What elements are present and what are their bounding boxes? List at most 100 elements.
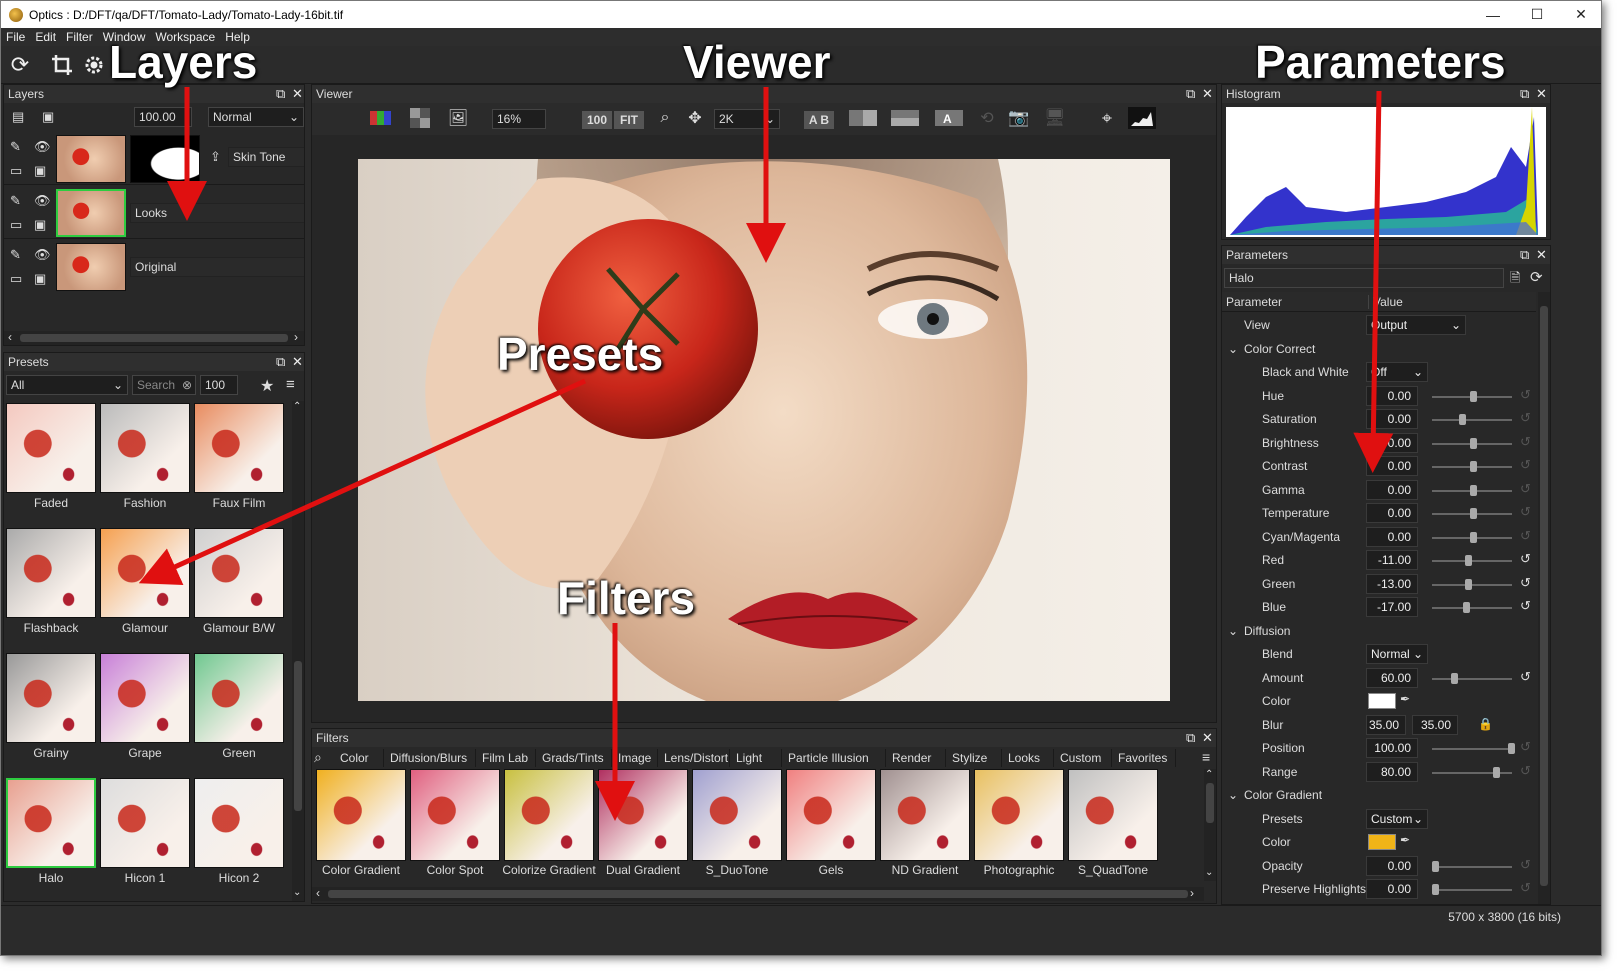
slider-knob[interactable]: [1492, 766, 1500, 778]
reset-icon[interactable]: ↺: [1520, 669, 1531, 685]
hamburger-menu-icon[interactable]: ≡: [1202, 749, 1210, 765]
filter-tab-color[interactable]: Color: [334, 749, 384, 767]
thumb-hicon-1[interactable]: [100, 778, 190, 868]
param-row-black-and-white[interactable]: Black and White Off ⌄: [1222, 361, 1536, 384]
param-row-red[interactable]: Red -11.00 ↺: [1222, 549, 1536, 572]
scroll-down-icon[interactable]: ⌄: [293, 887, 301, 898]
scrollbar-thumb[interactable]: [20, 334, 288, 342]
param-value-2[interactable]: 35.00: [1412, 714, 1458, 735]
param-row-color[interactable]: Color ✒: [1222, 690, 1536, 713]
visibility-eye-icon[interactable]: 👁: [34, 193, 51, 209]
layer-settings-icon[interactable]: ▣: [42, 109, 54, 125]
layer-opacity-field[interactable]: 100.00: [134, 107, 192, 127]
thumb-color-gradient[interactable]: [316, 769, 406, 861]
lock-icon[interactable]: 🔒: [1478, 717, 1493, 731]
rgb-channels-icon[interactable]: [368, 107, 394, 129]
snapshot-camera-icon[interactable]: 📷: [1006, 107, 1032, 129]
thumb-grape[interactable]: [100, 653, 190, 743]
crosshair-icon[interactable]: ⌖: [1094, 107, 1120, 129]
ab-compare-button[interactable]: A B: [804, 111, 834, 129]
param-group-diffusion[interactable]: ⌄ Diffusion: [1222, 620, 1536, 643]
filter-tab-looks[interactable]: Looks: [1002, 749, 1054, 767]
param-row-position[interactable]: Position 100.00 ↺: [1222, 737, 1536, 760]
reset-icon[interactable]: ↺: [1520, 880, 1531, 896]
undock-icon[interactable]: ⧉: [1186, 85, 1195, 102]
thumb-color-spot[interactable]: [410, 769, 500, 861]
layer-monitor-icon[interactable]: ▭: [10, 271, 22, 287]
thumb-faded[interactable]: [6, 403, 96, 493]
param-slider[interactable]: [1432, 484, 1512, 496]
undock-icon[interactable]: ⧉: [276, 353, 285, 370]
param-row-blur[interactable]: Blur 35.00 35.00 🔒: [1222, 714, 1536, 737]
filter-tab-light[interactable]: Light: [730, 749, 782, 767]
menu-edit[interactable]: Edit: [30, 30, 61, 44]
reset-icon[interactable]: ↺: [1520, 857, 1531, 873]
param-value[interactable]: 0.00: [1366, 456, 1418, 476]
share-icon[interactable]: ⇪: [210, 149, 221, 165]
param-dropdown[interactable]: Custom ⌄: [1366, 808, 1428, 829]
layer-mask-icon[interactable]: ▣: [34, 217, 46, 233]
preset-category-dropdown[interactable]: All ⌄: [6, 375, 128, 395]
param-row-opacity[interactable]: Opacity 0.00 ↺: [1222, 855, 1536, 878]
scrollbar-thumb[interactable]: [1540, 306, 1548, 886]
scrollbar-thumb[interactable]: [294, 661, 302, 811]
filter-tab-custom[interactable]: Custom: [1054, 749, 1112, 767]
thumb-fashion[interactable]: [100, 403, 190, 493]
undock-icon[interactable]: ⧉: [276, 85, 285, 102]
param-row-blend[interactable]: Blend Normal ⌄: [1222, 643, 1536, 666]
layer-row-looks[interactable]: ✎ 👁 ▭ ▣ Looks: [4, 187, 304, 239]
param-value[interactable]: 100.00: [1366, 738, 1418, 758]
thumb-dual-gradient[interactable]: [598, 769, 688, 861]
filters-vertical-scrollbar[interactable]: ⌃ ⌄: [1204, 769, 1216, 881]
eyedropper-icon[interactable]: ✒: [1400, 692, 1410, 706]
param-value[interactable]: 0.00: [1366, 385, 1418, 406]
param-slider[interactable]: [1432, 461, 1512, 472]
slider-knob[interactable]: [1470, 508, 1477, 519]
thumb-gels[interactable]: [786, 769, 876, 861]
overlay-icon[interactable]: A: [934, 107, 964, 129]
layer-row-skin-tone[interactable]: ✎ 👁 ▭ ▣ ⇪ Skin Tone: [4, 133, 304, 185]
minimize-button[interactable]: —: [1471, 1, 1515, 28]
viewer-image[interactable]: [358, 159, 1170, 701]
scroll-right-icon[interactable]: ›: [1190, 886, 1194, 900]
param-value[interactable]: 0.00: [1366, 432, 1418, 453]
param-slider[interactable]: [1432, 743, 1515, 754]
param-row-green[interactable]: Green -13.00 ↺: [1222, 573, 1536, 596]
param-slider[interactable]: [1432, 884, 1512, 895]
thumb-halo[interactable]: [6, 778, 96, 868]
parameters-vertical-scrollbar[interactable]: [1538, 292, 1550, 904]
thumb-nd-gradient[interactable]: [880, 769, 970, 861]
reset-icon[interactable]: ↺: [1520, 457, 1531, 473]
refresh-icon[interactable]: ⟳: [7, 52, 33, 78]
param-value[interactable]: 0.00: [1366, 479, 1418, 500]
filter-tab-diffusion-blurs[interactable]: Diffusion/Blurs: [384, 749, 476, 767]
panel-close-icon[interactable]: ✕: [292, 85, 303, 102]
split-horizontal-icon[interactable]: [890, 107, 920, 129]
param-row-saturation[interactable]: Saturation 0.00 ↺: [1222, 408, 1536, 431]
param-value[interactable]: -13.00: [1366, 573, 1418, 594]
zoom-fit-button[interactable]: FIT: [614, 111, 644, 129]
param-slider[interactable]: [1432, 531, 1512, 543]
reset-icon[interactable]: ↺: [1520, 504, 1531, 520]
param-value[interactable]: 35.00: [1366, 714, 1406, 735]
param-row-preserve-highlights[interactable]: Preserve Highlights 0.00 ↺: [1222, 878, 1536, 901]
param-value[interactable]: 0.00: [1366, 503, 1418, 523]
param-row-blue[interactable]: Blue -17.00 ↺: [1222, 596, 1536, 619]
panel-close-icon[interactable]: ✕: [1536, 85, 1547, 102]
scrollbar-thumb[interactable]: [1206, 783, 1214, 823]
reset-icon[interactable]: ↺: [1520, 551, 1531, 567]
close-button[interactable]: ✕: [1559, 1, 1601, 28]
slider-knob[interactable]: [1470, 437, 1477, 449]
undock-icon[interactable]: ⧉: [1186, 729, 1195, 746]
zoom-100-button[interactable]: 100: [582, 111, 612, 129]
thumb-photographic[interactable]: [974, 769, 1064, 861]
document-icon[interactable]: 🗎: [1510, 269, 1520, 291]
scroll-right-icon[interactable]: ›: [294, 330, 298, 344]
color-swatch[interactable]: [1368, 693, 1396, 709]
param-slider[interactable]: [1432, 508, 1512, 519]
layer-row-original[interactable]: ✎ 👁 ▭ ▣ Original: [4, 241, 304, 293]
visibility-eye-icon[interactable]: 👁: [34, 247, 51, 263]
filter-tab-favorites[interactable]: Favorites: [1112, 749, 1176, 767]
refresh-icon[interactable]: ⟳: [1530, 268, 1543, 286]
slider-knob[interactable]: [1508, 743, 1515, 754]
